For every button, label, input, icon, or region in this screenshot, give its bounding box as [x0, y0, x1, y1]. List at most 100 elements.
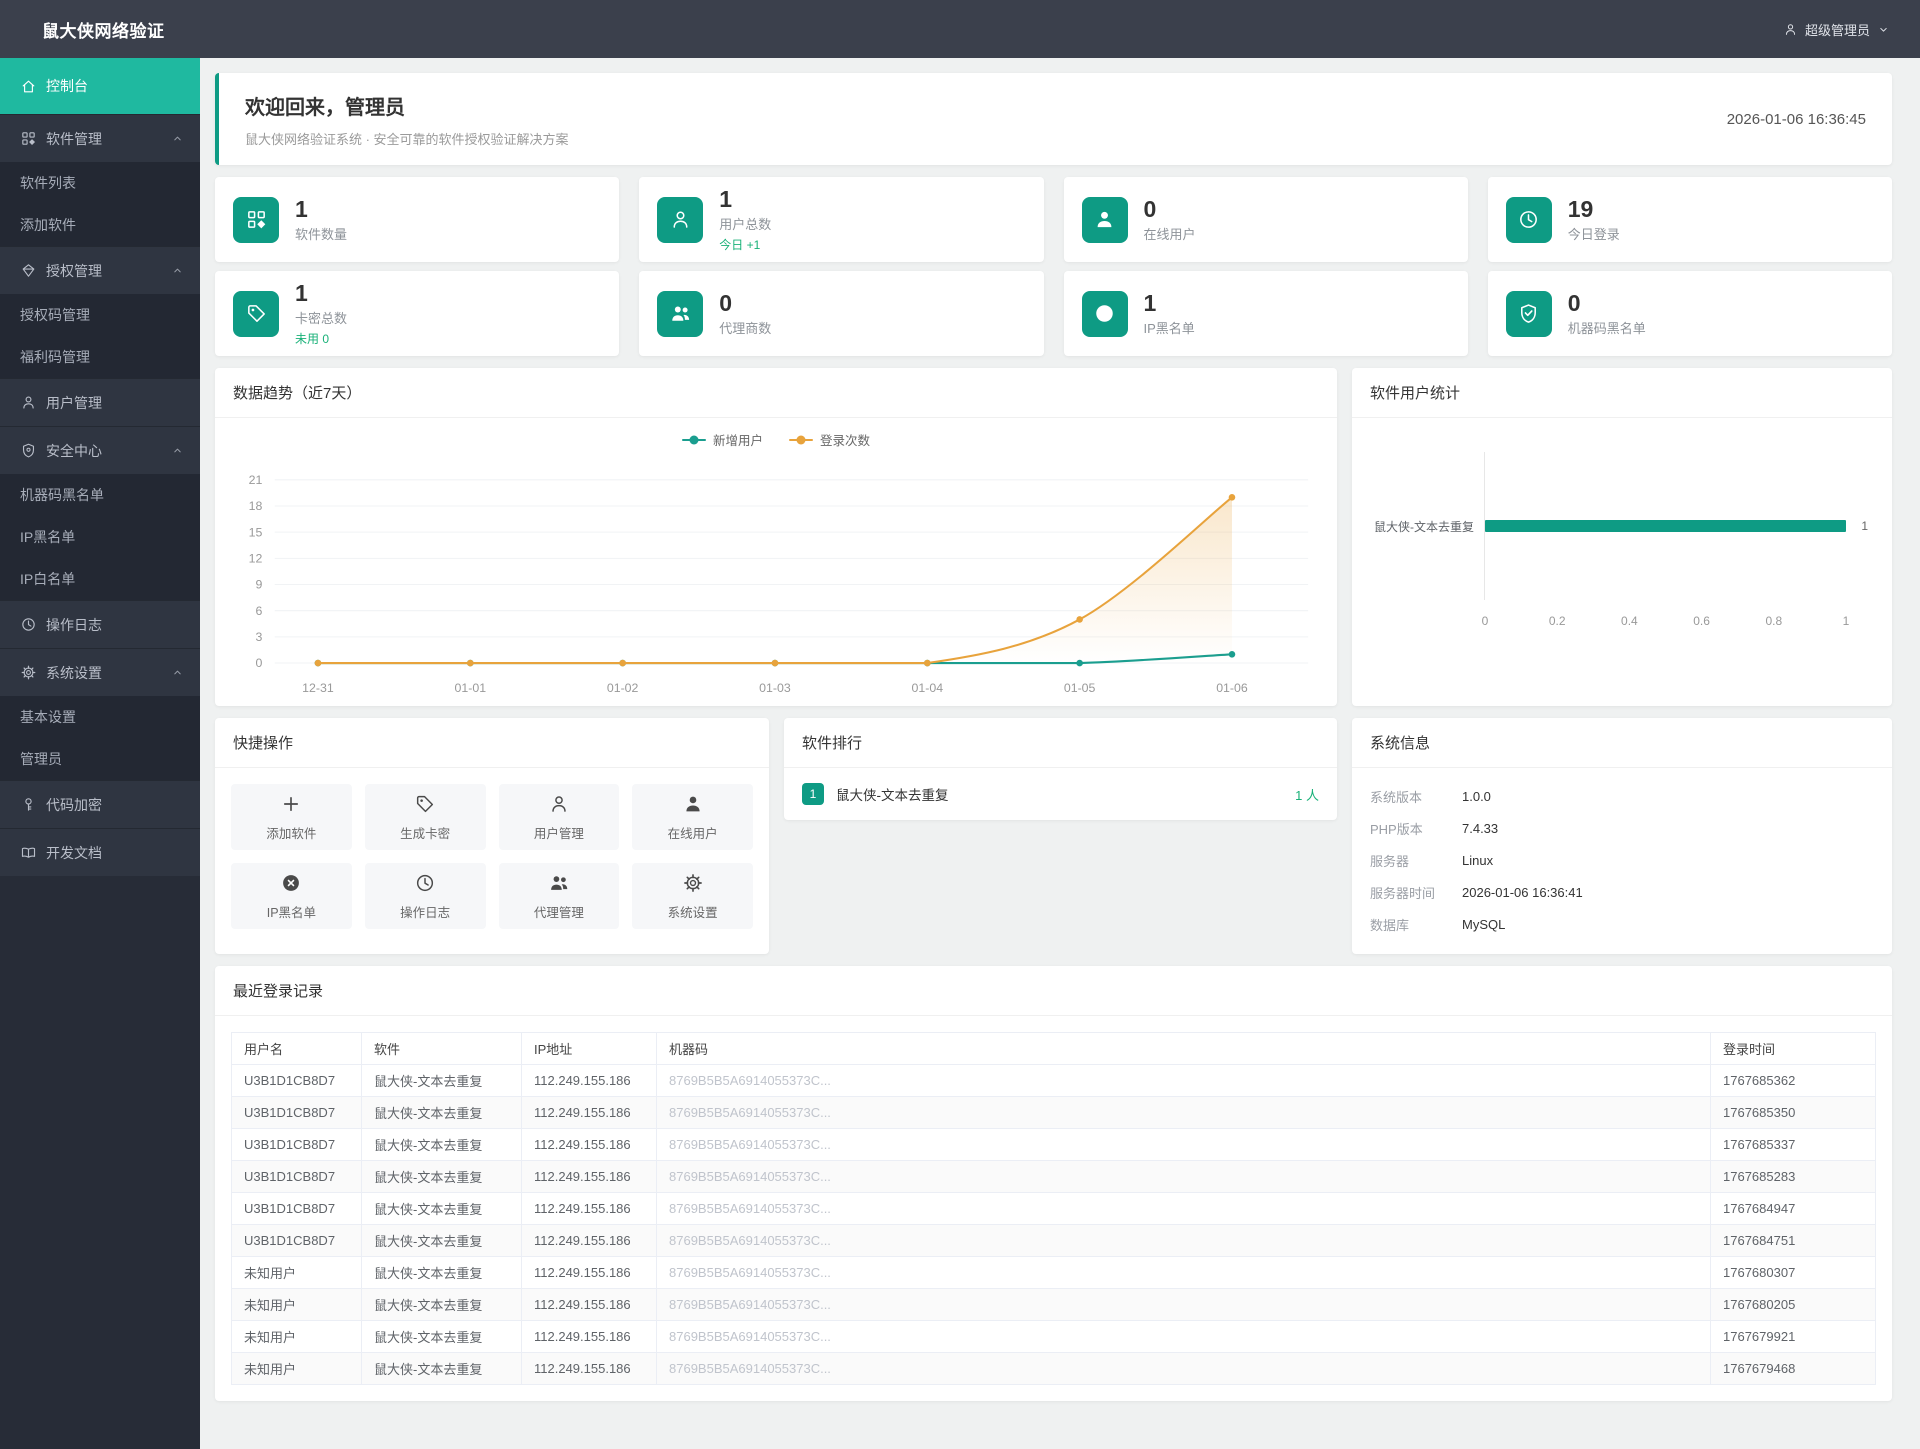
- table-cell: 鼠大侠-文本去重复: [361, 1064, 522, 1098]
- recent-logins-card: 最近登录记录 用户名 软件 IP地址 机器码 登录时间 U3B1D1CB8D7 鼠大侠-文…: [215, 966, 1892, 1402]
- key-icon: [20, 796, 37, 813]
- sidebar-item-software-list[interactable]: 软件列表: [0, 162, 200, 204]
- recent-logins-table: 用户名 软件 IP地址 机器码 登录时间 U3B1D1CB8D7 鼠大侠-文本去重复 112…: [231, 1032, 1876, 1386]
- sidebar-item-security-group[interactable]: 安全中心: [0, 426, 200, 474]
- table-cell: 112.249.155.186: [521, 1128, 657, 1162]
- table-cell: 1767679468: [1710, 1352, 1876, 1386]
- x-axis-tick: 1: [1842, 614, 1850, 628]
- stat-value: 1: [719, 185, 733, 212]
- sidebar-item-label: 操作日志: [46, 616, 102, 633]
- sidebar-item-auth-codes[interactable]: 授权码管理: [0, 294, 200, 336]
- quick-action-agent-mgmt[interactable]: 代理管理: [498, 863, 620, 930]
- stat-label: IP黑名单: [1143, 321, 1195, 337]
- stat-value: 0: [1143, 195, 1157, 222]
- sidebar-item-label: IP白名单: [20, 571, 76, 587]
- software-users-bar-chart: 鼠大侠-文本去重复 0 0.2 0.4 0.6 0.8 1 1: [1352, 418, 1892, 644]
- sidebar-item-label: 开发文档: [46, 844, 102, 861]
- quick-action-sys-settings[interactable]: 系统设置: [632, 863, 753, 930]
- quick-action-online-users[interactable]: 在线用户: [632, 784, 753, 851]
- system-info-title: 系统信息: [1352, 718, 1892, 769]
- sidebar-item-machine-blacklist[interactable]: 机器码黑名单: [0, 474, 200, 516]
- system-info-row: 数据库 MySQL: [1370, 908, 1874, 940]
- stat-text: 0 在线用户: [1144, 196, 1196, 243]
- rank-badge: 1: [802, 783, 824, 806]
- sidebar-item-software-group[interactable]: 软件管理: [0, 114, 200, 162]
- svg-text:21: 21: [249, 473, 263, 487]
- table-cell: 8769B5B5A6914055373C...: [656, 1192, 1711, 1226]
- sidebar-item-basic-settings[interactable]: 基本设置: [0, 696, 200, 738]
- sidebar-item-welfare-codes[interactable]: 福利码管理: [0, 336, 200, 378]
- bar-value-label: 1: [1861, 519, 1868, 533]
- stat-card-machine-blacklist: 0 机器码黑名单: [1487, 271, 1892, 356]
- sidebar-item-auth-group[interactable]: 授权管理: [0, 246, 200, 294]
- svg-text:01-01: 01-01: [455, 681, 487, 695]
- stat-value: 1: [295, 195, 308, 222]
- gear-icon: [20, 664, 37, 681]
- software-users-title: 软件用户统计: [1352, 368, 1892, 418]
- user-menu[interactable]: 超级管理员: [1783, 20, 1890, 39]
- ranking-item[interactable]: 1 鼠大侠-文本去重复 1 人: [784, 768, 1337, 820]
- recent-logins-title: 最近登录记录: [215, 966, 1892, 1017]
- sidebar-item-add-software[interactable]: 添加软件: [0, 204, 200, 246]
- table-row: 未知用户 鼠大侠-文本去重复 112.249.155.186 8769B5B5A691…: [231, 1352, 1876, 1386]
- svg-text:01-06: 01-06: [1216, 681, 1248, 695]
- software-name: 鼠大侠-文本去重复: [836, 788, 949, 804]
- sidebar-item-ip-whitelist[interactable]: IP白名单: [0, 558, 200, 600]
- svg-text:18: 18: [249, 499, 263, 513]
- quick-action-op-logs[interactable]: 操作日志: [364, 863, 486, 930]
- table-cell: 鼠大侠-文本去重复: [361, 1256, 522, 1290]
- table-header-cell: 机器码: [656, 1032, 1711, 1066]
- stat-label: 代理商数: [719, 321, 772, 337]
- table-cell: 1767680205: [1710, 1288, 1876, 1322]
- table-cell: 鼠大侠-文本去重复: [361, 1320, 522, 1354]
- stat-text: 1 IP黑名单: [1144, 290, 1195, 337]
- stat-card-user-total: 1 用户总数 今日 +1: [639, 177, 1044, 262]
- shield-icon: [20, 442, 37, 459]
- sidebar-item-settings-group[interactable]: 系统设置: [0, 648, 200, 696]
- legend-item[interactable]: 新增用户: [681, 430, 763, 449]
- current-time: 2026-01-06 16:36:45: [1726, 110, 1866, 128]
- x-axis-tick: 0.8: [1765, 614, 1783, 628]
- trend-line-chart: 0 3 6 9 12 15 18 21 12-31 01-01 01-02 01-03 01-04 01-…: [249, 473, 1309, 695]
- table-cell: 8769B5B5A6914055373C...: [656, 1224, 1711, 1258]
- clock-icon: [1517, 208, 1540, 231]
- welcome-banner: 欢迎回来，管理员 鼠大侠网络验证系统 · 安全可靠的软件授权验证解决方案 202…: [215, 73, 1892, 165]
- sidebar-item-label: 授权管理: [46, 262, 102, 279]
- quick-action-ip-blacklist[interactable]: IP黑名单: [231, 863, 352, 930]
- table-cell: 112.249.155.186: [521, 1096, 657, 1130]
- stat-text: 0 代理商数: [719, 290, 771, 337]
- software-ranking-list: 1 鼠大侠-文本去重复 1 人: [784, 768, 1337, 820]
- table-cell: 1767680307: [1710, 1256, 1876, 1290]
- sidebar-item-dev-docs[interactable]: 开发文档: [0, 828, 200, 876]
- stat-label: 机器码黑名单: [1567, 321, 1646, 337]
- quick-action-gen-card[interactable]: 生成卡密: [364, 784, 486, 851]
- sidebar-item-label: 代码加密: [46, 796, 102, 813]
- quick-action-user-mgmt[interactable]: 用户管理: [498, 784, 620, 851]
- svg-text:01-04: 01-04: [912, 681, 944, 695]
- sidebar-item-console[interactable]: 控制台: [0, 58, 200, 114]
- sidebar-item-label: 添加软件: [20, 217, 76, 233]
- stat-card-software-count: 1 软件数量: [215, 177, 620, 262]
- sidebar-item-ip-blacklist[interactable]: IP黑名单: [0, 516, 200, 558]
- table-cell: U3B1D1CB8D7: [231, 1192, 362, 1226]
- sidebar-item-admins[interactable]: 管理员: [0, 738, 200, 780]
- stat-card-ip-blacklist: 1 IP黑名单: [1063, 271, 1468, 356]
- legend-label: 登录次数: [820, 434, 871, 448]
- sidebar-item-op-logs[interactable]: 操作日志: [0, 600, 200, 648]
- chevron-down-icon: [1877, 23, 1890, 36]
- svg-text:9: 9: [256, 578, 263, 592]
- user-icon: [669, 208, 692, 231]
- quick-action-add-software[interactable]: 添加软件: [231, 784, 352, 851]
- sidebar-item-user-mgmt[interactable]: 用户管理: [0, 378, 200, 426]
- user-icon: [548, 793, 570, 815]
- legend-item[interactable]: 登录次数: [789, 430, 870, 449]
- info-value: 2026-01-06 16:36:41: [1462, 884, 1583, 900]
- stat-label: 在线用户: [1143, 227, 1196, 243]
- table-cell: 未知用户: [231, 1352, 362, 1386]
- sidebar: 控制台 软件管理 软件列表添加软件授权管理授权码管理 福利码管理 用户管理 安全中心 机器码…: [0, 58, 200, 1449]
- info-label: 数据库: [1370, 917, 1410, 933]
- stat-card-card-total: 1 卡密总数 未用 0: [215, 271, 620, 356]
- svg-text:01-05: 01-05: [1064, 681, 1096, 695]
- table-cell: 8769B5B5A6914055373C...: [656, 1288, 1711, 1322]
- sidebar-item-code-encrypt[interactable]: 代码加密: [0, 780, 200, 828]
